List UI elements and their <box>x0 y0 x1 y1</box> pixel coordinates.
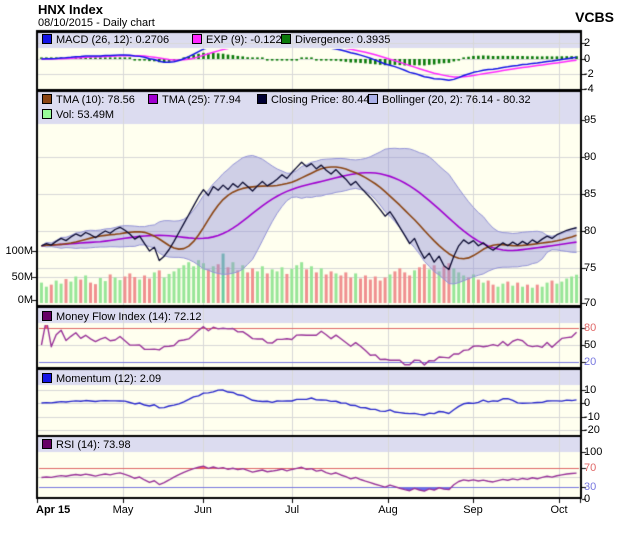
y-axis-tick-label: 2 <box>584 37 590 49</box>
tma25-legend-label: TMA (25): 77.94 <box>162 94 241 106</box>
tma10-swatch-icon <box>42 94 52 104</box>
y-axis-tick-label: -2 <box>584 68 594 80</box>
closing-price-legend-label: Closing Price: 80.44 <box>271 94 369 106</box>
volume-tick-label: 0M <box>0 294 33 306</box>
volume-legend-label: Vol: 53.49M <box>56 109 114 121</box>
rsi-legend-label: RSI (14): 73.98 <box>56 439 131 451</box>
closing-price-swatch-icon <box>257 94 267 104</box>
y-axis-tick-label: -20 <box>584 424 600 436</box>
bollinger-legend-label: Bollinger (20, 2): 76.14 - 80.32 <box>382 94 531 106</box>
page-title: HNX Index <box>38 2 103 17</box>
month-label: Jun <box>183 504 223 516</box>
y-axis-tick-label: 80 <box>584 225 596 237</box>
y-axis-tick-label: 70 <box>584 297 596 309</box>
mfi-swatch-icon <box>42 311 52 321</box>
y-axis-tick-label: 50 <box>584 339 596 351</box>
y-axis-tick-label: 10 <box>584 384 596 396</box>
mfi-legend-label: Money Flow Index (14): 72.12 <box>56 311 202 323</box>
chart-window: HNX Index 08/10/2015 - Daily chart VCBS … <box>0 0 620 535</box>
mfi-legend-item: Money Flow Index (14): 72.12 <box>42 311 202 324</box>
bollinger-legend-item: Bollinger (20, 2): 76.14 - 80.32 <box>368 94 531 107</box>
momentum-legend-item: Momentum (12): 2.09 <box>42 373 161 386</box>
tma10-legend-item: TMA (10): 78.56 <box>42 94 135 107</box>
y-axis-tick-label: 75 <box>584 262 596 274</box>
volume-tick-label: 50M <box>0 271 33 283</box>
y-axis-tick-label: 85 <box>584 188 596 200</box>
exp-swatch-icon <box>192 34 202 44</box>
month-label: Jul <box>272 504 312 516</box>
y-axis-tick-label: 80 <box>584 322 596 334</box>
y-axis-tick-label: -4 <box>584 83 594 95</box>
y-axis-tick-label: 70 <box>584 462 596 474</box>
chart-canvas <box>0 0 620 535</box>
rsi-swatch-icon <box>42 439 52 449</box>
volume-legend-item: Vol: 53.49M <box>42 109 114 122</box>
volume-tick-label: 100M <box>0 245 33 257</box>
chart-date-subtitle: 08/10/2015 - Daily chart <box>38 17 155 29</box>
month-label: Oct <box>539 504 579 516</box>
divergence-legend-label: Divergence: 0.3935 <box>295 34 390 46</box>
y-axis-tick-label: -10 <box>584 411 600 423</box>
y-axis-tick-label: 0 <box>584 53 590 65</box>
month-label: Sep <box>453 504 493 516</box>
momentum-legend-label: Momentum (12): 2.09 <box>56 373 161 385</box>
tma10-legend-label: TMA (10): 78.56 <box>56 94 135 106</box>
momentum-swatch-icon <box>42 373 52 383</box>
month-label: Aug <box>368 504 408 516</box>
y-axis-tick-label: 100 <box>584 446 602 458</box>
bollinger-swatch-icon <box>368 94 378 104</box>
rsi-legend-item: RSI (14): 73.98 <box>42 439 131 452</box>
month-label: Apr 15 <box>36 504 70 516</box>
y-axis-tick-label: 0 <box>584 493 590 505</box>
macd-swatch-icon <box>42 34 52 44</box>
divergence-legend-item: Divergence: 0.3935 <box>281 34 390 47</box>
tma25-swatch-icon <box>148 94 158 104</box>
y-axis-tick-label: 20 <box>584 356 596 368</box>
exp-legend-item: EXP (9): -0.1229 <box>192 34 288 47</box>
month-label: May <box>103 504 143 516</box>
y-axis-tick-label: 90 <box>584 151 596 163</box>
y-axis-tick-label: 95 <box>584 114 596 126</box>
y-axis-tick-label: 30 <box>584 481 596 493</box>
exp-legend-label: EXP (9): -0.1229 <box>206 34 288 46</box>
y-axis-tick-label: 0 <box>584 397 590 409</box>
divergence-swatch-icon <box>281 34 291 44</box>
macd-legend-label: MACD (26, 12): 0.2706 <box>56 34 169 46</box>
brand-logo: VCBS <box>575 9 614 25</box>
macd-legend-item: MACD (26, 12): 0.2706 <box>42 34 169 47</box>
tma25-legend-item: TMA (25): 77.94 <box>148 94 241 107</box>
closing-price-legend-item: Closing Price: 80.44 <box>257 94 369 107</box>
volume-swatch-icon <box>42 109 52 119</box>
